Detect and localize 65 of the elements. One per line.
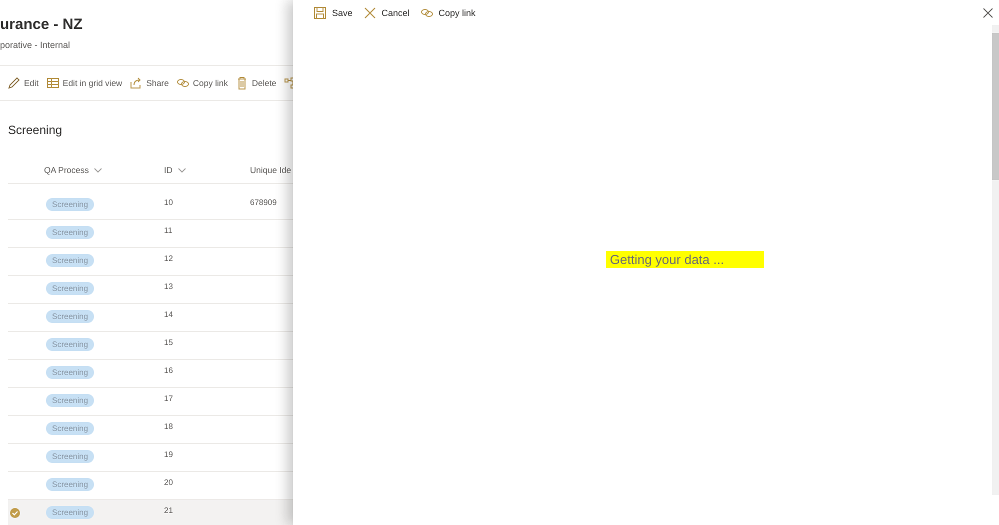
close-button[interactable]: [983, 8, 993, 18]
command-button[interactable]: Cancel: [362, 6, 410, 20]
toolbar-button[interactable]: Share: [129, 76, 169, 90]
column-header[interactable]: Unique Ide: [250, 165, 293, 175]
save-icon: [313, 6, 327, 20]
status-tag: Screening: [46, 450, 94, 463]
table-cell: 12: [164, 254, 173, 263]
list-row[interactable]: Screening 12: [8, 248, 293, 276]
status-tag: Screening: [46, 226, 94, 239]
share-icon: [129, 76, 144, 90]
table-cell: 21: [164, 506, 173, 515]
table-cell: 18: [164, 422, 173, 431]
table-cell: 20: [164, 478, 173, 487]
toolbar-button[interactable]: Delete: [234, 76, 276, 90]
status-tag: Screening: [46, 422, 94, 435]
list-row[interactable]: Screening 13: [8, 276, 293, 304]
close-icon: [983, 8, 993, 18]
site-title: urance - NZ: [0, 16, 83, 33]
list-row[interactable]: Screening 11: [8, 220, 293, 248]
view-title: Screening: [8, 123, 62, 137]
toolbar-button[interactable]: Edit in grid view: [46, 76, 122, 90]
status-tag: Screening: [46, 506, 94, 519]
command-button[interactable]: Save: [313, 6, 353, 20]
loading-message: Getting your data ...: [606, 251, 764, 268]
status-tag: Screening: [46, 478, 94, 491]
flow-icon: [283, 76, 293, 90]
scrollbar[interactable]: [992, 25, 999, 495]
column-header[interactable]: QA Process: [44, 165, 164, 175]
list-row[interactable]: Screening 10 678909: [8, 192, 293, 220]
table-cell: 17: [164, 394, 173, 403]
site-subtitle: porative - Internal: [0, 40, 70, 50]
toolbar-button[interactable]: Edit: [7, 76, 39, 90]
toolbar-button[interactable]: Copy link: [176, 76, 228, 90]
list-row[interactable]: Screening 17: [8, 388, 293, 416]
status-tag: Screening: [46, 254, 94, 267]
cancel-icon: [362, 6, 377, 20]
list-row[interactable]: Screening 14: [8, 304, 293, 332]
table-cell: 13: [164, 282, 173, 291]
status-tag: Screening: [46, 338, 94, 351]
link-icon: [176, 76, 190, 90]
table-cell: 15: [164, 338, 173, 347]
table-cell: 14: [164, 310, 173, 319]
command-button[interactable]: Copy link: [420, 6, 476, 20]
list-row[interactable]: Screening 15: [8, 332, 293, 360]
status-tag: Screening: [46, 282, 94, 295]
chevron-icon: [94, 168, 102, 172]
list-row[interactable]: Screening 16: [8, 360, 293, 388]
table-cell: 16: [164, 366, 173, 375]
list-row[interactable]: Screening 18: [8, 416, 293, 444]
check-circle-icon[interactable]: [10, 508, 20, 518]
status-tag: Screening: [46, 394, 94, 407]
chevron-icon: [178, 168, 186, 172]
status-tag: Screening: [46, 366, 94, 379]
table-cell: 678909: [250, 198, 277, 207]
table-cell: 11: [164, 226, 172, 235]
pencil-icon: [7, 76, 21, 90]
toolbar-button[interactable]: [283, 76, 293, 90]
list-row[interactable]: Screening 19: [8, 444, 293, 472]
table-cell: 10: [164, 198, 173, 207]
list-row[interactable]: Screening 21: [8, 500, 293, 525]
column-header[interactable]: ID: [164, 165, 250, 175]
grid-icon: [46, 76, 60, 90]
table-cell: 19: [164, 450, 173, 459]
status-tag: Screening: [46, 310, 94, 323]
status-tag: Screening: [46, 198, 94, 211]
